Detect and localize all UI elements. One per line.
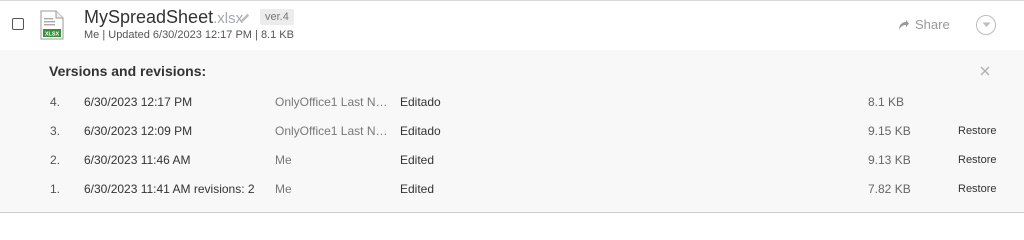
version-date[interactable]: 6/30/2023 11:41 AM revisions: 2 xyxy=(84,175,255,204)
chevron-down-icon xyxy=(982,22,990,27)
version-comment: Editado xyxy=(400,124,441,138)
version-comment: Edited xyxy=(400,182,435,196)
menu-button[interactable] xyxy=(976,15,996,35)
version-date[interactable]: 6/30/2023 12:09 PM xyxy=(84,117,192,146)
version-size: 9.15 KB xyxy=(868,124,911,138)
file-meta: Me | Updated 6/30/2023 12:17 PM | 8.1 KB xyxy=(84,29,294,41)
version-size: 8.1 KB xyxy=(868,95,905,109)
version-size: 7.82 KB xyxy=(868,182,911,196)
version-author: OnlyOffice1 Last N… xyxy=(275,95,388,109)
xlsx-icon-label: XLSX xyxy=(45,32,60,38)
version-row[interactable]: 3. 6/30/2023 12:09 PM OnlyOffice1 Last N… xyxy=(0,117,1024,146)
select-checkbox[interactable] xyxy=(12,18,24,30)
version-date[interactable]: 6/30/2023 11:46 AM xyxy=(84,146,191,175)
file-row[interactable]: XLSX MySpreadSheet.xlsx ver.4 Me | Updat… xyxy=(0,0,1024,50)
version-date[interactable]: 6/30/2023 12:17 PM xyxy=(84,88,192,117)
version-number: 3. xyxy=(50,124,61,138)
close-icon[interactable] xyxy=(979,65,991,77)
version-row[interactable]: 1. 6/30/2023 11:41 AM revisions: 2 Me Ed… xyxy=(0,175,1024,204)
xlsx-file-icon: XLSX xyxy=(40,10,64,40)
share-button[interactable]: Share xyxy=(898,17,950,32)
version-number: 2. xyxy=(50,153,61,167)
file-title[interactable]: MySpreadSheet.xlsx xyxy=(84,7,243,28)
version-size: 9.13 KB xyxy=(868,153,911,167)
version-comment: Editado xyxy=(400,95,441,109)
share-label: Share xyxy=(915,17,950,32)
panel-title: Versions and revisions: xyxy=(49,63,207,79)
restore-button[interactable]: Restore xyxy=(958,117,997,146)
version-author: Me xyxy=(275,153,292,167)
version-number: 4. xyxy=(50,95,61,109)
version-row[interactable]: 4. 6/30/2023 12:17 PM OnlyOffice1 Last N… xyxy=(0,88,1024,117)
version-comment: Edited xyxy=(400,153,435,167)
file-name[interactable]: MySpreadSheet xyxy=(84,7,213,27)
pencil-icon[interactable] xyxy=(239,12,251,24)
version-number: 1. xyxy=(50,182,61,196)
version-row[interactable]: 2. 6/30/2023 11:46 AM Me Edited 9.13 KB … xyxy=(0,146,1024,175)
versions-panel: Versions and revisions: 4. 6/30/2023 12:… xyxy=(0,50,1024,213)
version-badge[interactable]: ver.4 xyxy=(260,9,294,25)
restore-button[interactable]: Restore xyxy=(958,146,997,175)
version-author: OnlyOffice1 Last N… xyxy=(275,124,388,138)
share-icon xyxy=(899,19,909,30)
restore-button[interactable]: Restore xyxy=(958,175,997,204)
version-author: Me xyxy=(275,182,292,196)
